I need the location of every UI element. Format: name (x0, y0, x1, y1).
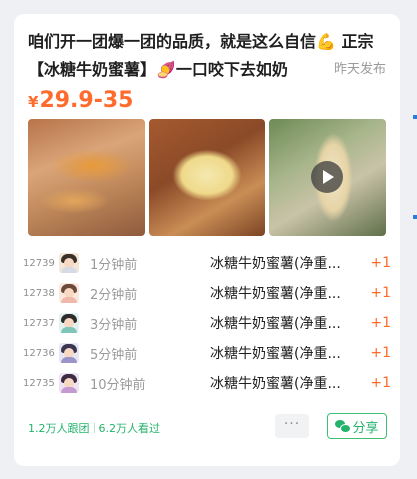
publish-time: 昨天发布 (313, 56, 386, 84)
order-quantity: +1 (370, 315, 391, 331)
list-item: 12739 1分钟前 冰糖牛奶蜜薯(净重... +1 (23, 248, 391, 278)
avatar (59, 313, 79, 333)
wechat-icon (335, 420, 352, 433)
order-quantity: +1 (370, 255, 391, 271)
order-product: 冰糖牛奶蜜薯(净重... (210, 316, 341, 332)
avatar (59, 253, 79, 273)
scroll-indicator (413, 215, 417, 219)
share-button[interactable]: 分享 (327, 413, 387, 439)
view-count: 6.2万人看过 (98, 422, 161, 435)
price: ¥29.9-35 (28, 86, 386, 116)
order-number: 12739 (23, 257, 55, 269)
product-images (28, 119, 387, 236)
follower-count: 1.2万人跟团 (28, 422, 90, 435)
order-product: 冰糖牛奶蜜薯(净重... (210, 256, 341, 272)
order-number: 12736 (23, 347, 55, 359)
order-product: 冰糖牛奶蜜薯(净重... (210, 286, 341, 302)
avatar (59, 283, 79, 303)
order-time: 2分钟前 (90, 287, 138, 303)
avatar (59, 373, 79, 393)
scroll-indicator (413, 115, 417, 119)
price-range: 29.9-35 (39, 88, 134, 113)
list-item: 12736 5分钟前 冰糖牛奶蜜薯(净重... +1 (23, 338, 391, 368)
order-quantity: +1 (370, 285, 391, 301)
order-time: 3分钟前 (90, 317, 138, 333)
sweet-potato-video-thumbnail[interactable] (269, 119, 387, 236)
list-item: 12738 2分钟前 冰糖牛奶蜜薯(净重... +1 (23, 278, 391, 308)
order-time: 10分钟前 (90, 377, 146, 393)
order-time: 5分钟前 (90, 347, 138, 363)
engagement-stats: 1.2万人跟团 6.2万人看过 (28, 420, 160, 436)
order-quantity: +1 (370, 375, 391, 391)
order-number: 12738 (23, 287, 55, 299)
order-product: 冰糖牛奶蜜薯(净重... (210, 376, 341, 392)
share-label: 分享 (352, 420, 379, 436)
currency-symbol: ¥ (28, 93, 39, 111)
order-time: 1分钟前 (90, 257, 138, 273)
more-button[interactable]: ··· (275, 414, 309, 438)
order-number: 12737 (23, 317, 55, 329)
list-item: 12735 10分钟前 冰糖牛奶蜜薯(净重... +1 (23, 368, 391, 398)
divider (93, 423, 95, 433)
split-sweet-potato-photo[interactable] (148, 119, 266, 236)
roasted-sweet-potatoes-photo[interactable] (28, 119, 145, 236)
post-title[interactable]: 咱们开一团爆一团的品质，就是这么自信💪 正宗【冰糖牛奶蜜薯】🍠一口咬下去如奶 昨… (28, 28, 386, 84)
avatar (59, 343, 79, 363)
card-footer: 1.2万人跟团 6.2万人看过 ··· 分享 (28, 413, 387, 439)
order-number: 12735 (23, 377, 55, 389)
order-product: 冰糖牛奶蜜薯(净重... (210, 346, 341, 362)
play-icon[interactable] (311, 161, 344, 193)
order-quantity: +1 (370, 345, 391, 361)
recent-orders-list: 12739 1分钟前 冰糖牛奶蜜薯(净重... +1 12738 2分钟前 冰糖… (23, 248, 391, 398)
group-buy-card[interactable]: 咱们开一团爆一团的品质，就是这么自信💪 正宗【冰糖牛奶蜜薯】🍠一口咬下去如奶 昨… (14, 14, 400, 466)
list-item: 12737 3分钟前 冰糖牛奶蜜薯(净重... +1 (23, 308, 391, 338)
